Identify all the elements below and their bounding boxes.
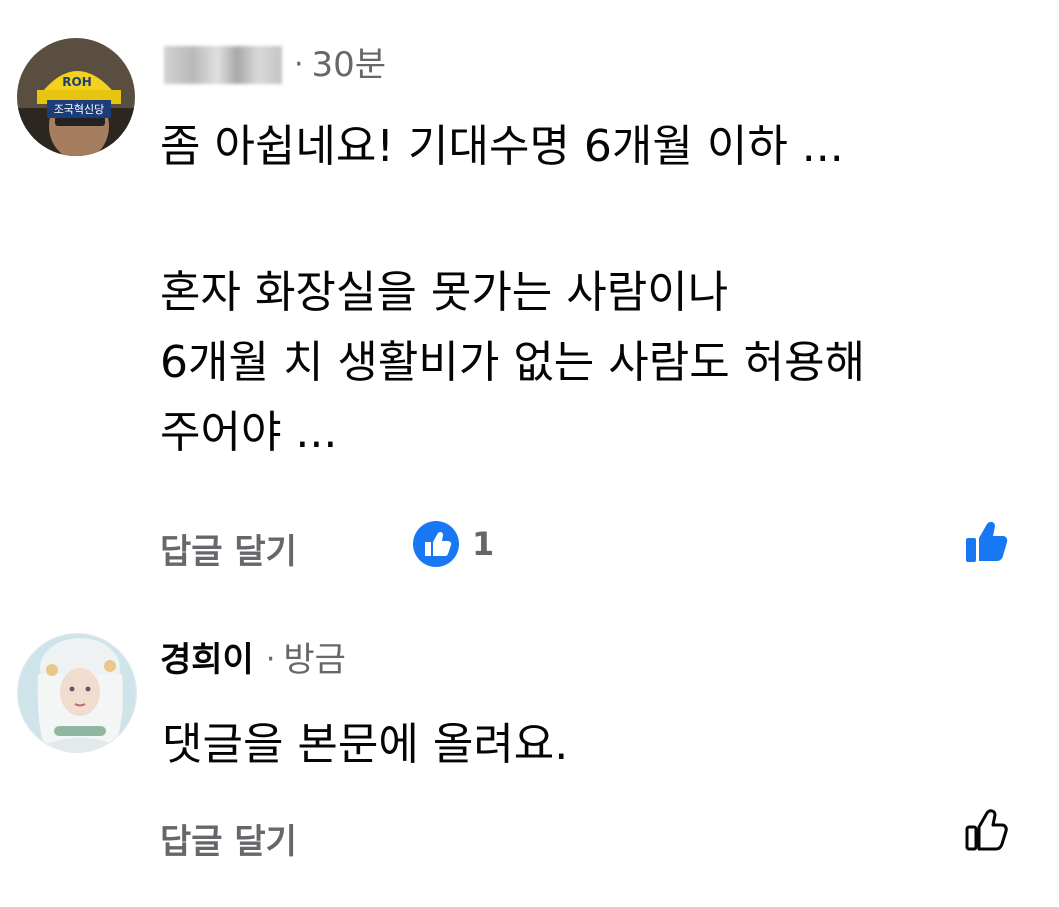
comment-body-line: 좀 아쉽네요! 기대수명 6개월 이하 ... <box>160 121 844 172</box>
like-reaction-icon <box>413 521 459 567</box>
comment-meta: 경희이 · 방금 <box>160 640 346 680</box>
separator-dot: · <box>265 642 276 677</box>
comment-1: 조국혁신당 ROH · 30분 좀 아쉽네요! 기대수명 6개월 이하 ... … <box>0 0 1059 600</box>
reaction-summary[interactable]: 1 <box>412 520 494 568</box>
comment-time[interactable]: 30분 <box>312 45 387 85</box>
comment-body-line: 6개월 치 생활비가 없는 사람도 허용해 <box>160 337 866 388</box>
comment-body-line: 댓글을 본문에 올려요. <box>162 719 569 770</box>
author-name[interactable]: 경희이 <box>160 640 254 680</box>
comment-time[interactable]: 방금 <box>283 640 346 680</box>
avatar[interactable] <box>17 633 137 753</box>
reply-button[interactable]: 답글 달기 <box>160 524 297 573</box>
comment-body: 댓글을 본문에 올려요. <box>162 716 568 774</box>
avatar-photo: 조국혁신당 ROH <box>17 38 135 156</box>
comment-2: 경희이 · 방금 댓글을 본문에 올려요. 답글 달기 <box>0 600 1059 907</box>
thumbs-up-outline-icon[interactable] <box>963 806 1011 854</box>
comment-body-line: 혼자 화장실을 못가는 사람이나 <box>160 267 729 318</box>
comment-body-line: 주어야 ... <box>160 407 338 458</box>
reaction-count: 1 <box>472 525 495 563</box>
comment-body: 좀 아쉽네요! 기대수명 6개월 이하 ... 혼자 화장실을 못가는 사람이나… <box>160 118 865 462</box>
avatar[interactable]: 조국혁신당 ROH <box>17 38 135 156</box>
comment-meta: · 30분 <box>158 45 386 85</box>
separator-dot: · <box>294 47 304 82</box>
reply-button[interactable]: 답글 달기 <box>160 814 297 863</box>
author-name-redacted[interactable] <box>164 46 282 84</box>
avatar-badge-text: 조국혁신당 <box>54 103 105 116</box>
avatar-cap-text: ROH <box>62 75 91 89</box>
avatar-photo <box>18 634 136 752</box>
thumbs-up-filled-icon[interactable] <box>963 518 1011 566</box>
comment-body-line <box>160 176 865 264</box>
